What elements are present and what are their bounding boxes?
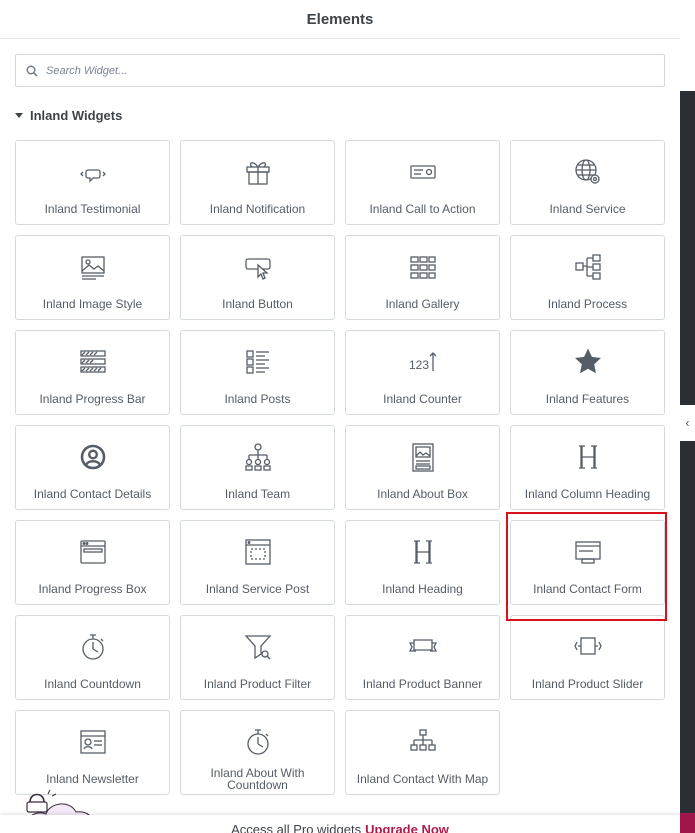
- category-header[interactable]: Inland Widgets: [15, 108, 122, 123]
- widget-label: Inland Posts: [224, 392, 291, 406]
- widget-tile[interactable]: Inland Product Slider: [510, 615, 665, 700]
- widget-tile[interactable]: Inland Progress Box: [15, 520, 170, 605]
- call-to-action-icon: [408, 155, 438, 189]
- caret-down-icon: [15, 113, 23, 118]
- widget-label: Inland Product Filter: [203, 677, 312, 691]
- widget-label: Inland Progress Box: [38, 582, 147, 596]
- widget-tile[interactable]: Inland Features: [510, 330, 665, 415]
- process-flow-icon: [573, 250, 603, 284]
- collapse-panel-button[interactable]: ‹: [680, 405, 695, 441]
- testimonial-icon: [78, 155, 108, 189]
- widget-label: Inland Service Post: [205, 582, 310, 596]
- widget-label: Inland Product Banner: [362, 677, 483, 691]
- widget-tile[interactable]: Inland Notification: [180, 140, 335, 225]
- progress-bars-icon: [78, 345, 108, 379]
- corner-accent: [680, 813, 695, 833]
- search-box[interactable]: [15, 54, 665, 87]
- widget-tile[interactable]: Inland Newsletter: [15, 710, 170, 795]
- widget-tile[interactable]: Inland Heading: [345, 520, 500, 605]
- user-circle-icon: [78, 440, 108, 474]
- heading-h-icon: [573, 440, 603, 474]
- heading-h-icon: [408, 535, 438, 569]
- search-input[interactable]: [46, 64, 626, 77]
- widget-label: Inland Features: [545, 392, 630, 406]
- widget-tile[interactable]: Inland Gallery: [345, 235, 500, 320]
- service-post-icon: [243, 535, 273, 569]
- widget-tile[interactable]: Inland About With Countdown: [180, 710, 335, 795]
- image-icon: [78, 250, 108, 284]
- widget-tile[interactable]: Inland Countdown: [15, 615, 170, 700]
- widget-tile[interactable]: Inland Team: [180, 425, 335, 510]
- svg-text:123: 123: [409, 358, 429, 372]
- elements-panel: Elements Inland Widgets Inland Testimoni…: [0, 0, 680, 833]
- widget-tile[interactable]: Inland Posts: [180, 330, 335, 415]
- newsletter-icon: [78, 725, 108, 759]
- widget-label: Inland Product Slider: [531, 677, 644, 691]
- contact-form-icon: [573, 535, 603, 569]
- widget-label: Inland Newsletter: [46, 772, 139, 786]
- widget-label: Inland Image Style: [42, 297, 143, 311]
- widget-tile[interactable]: 123 Inland Counter: [345, 330, 500, 415]
- widget-label: Inland Team: [224, 487, 291, 501]
- widget-tile[interactable]: Inland Call to Action: [345, 140, 500, 225]
- gallery-grid-icon: [408, 250, 438, 284]
- widget-label: Inland Service: [549, 202, 626, 216]
- preview-area-edge: [680, 91, 695, 813]
- star-icon: [573, 345, 603, 379]
- promo-bar: Access all Pro widgets Upgrade Now: [0, 815, 680, 833]
- widget-label: Inland Counter: [383, 392, 462, 406]
- team-tree-icon: [243, 440, 273, 474]
- widget-tile[interactable]: Inland Product Banner: [345, 615, 500, 700]
- category-title: Inland Widgets: [30, 108, 123, 123]
- widget-grid: Inland Testimonial Inland Notification Inl…: [15, 140, 665, 795]
- upgrade-now-link[interactable]: Upgrade Now: [365, 822, 449, 833]
- globe-gear-icon: [573, 155, 603, 189]
- widget-label: Inland Heading: [382, 582, 463, 596]
- widget-tile[interactable]: Inland Contact Details: [15, 425, 170, 510]
- widget-label: Inland Column Heading: [524, 487, 651, 501]
- widget-tile[interactable]: Inland Contact Form: [510, 520, 665, 605]
- panel-header: Elements: [0, 0, 680, 39]
- widget-tile[interactable]: Inland Service: [510, 140, 665, 225]
- widget-tile[interactable]: Inland Process: [510, 235, 665, 320]
- widget-label: Inland Button: [222, 297, 293, 311]
- widget-label: Inland Notification: [209, 202, 306, 216]
- filter-icon: [243, 630, 273, 664]
- widget-label: Inland Contact Details: [33, 487, 152, 501]
- widget-tile[interactable]: Inland Contact With Map: [345, 710, 500, 795]
- panel-title: Elements: [306, 10, 374, 28]
- widget-tile[interactable]: Inland Testimonial: [15, 140, 170, 225]
- widget-label: Inland About Box: [377, 487, 468, 501]
- widget-label: Inland Progress Bar: [39, 392, 146, 406]
- counter-icon: 123: [408, 345, 438, 379]
- widget-label: Inland Contact With Map: [356, 772, 489, 786]
- posts-list-icon: [243, 345, 273, 379]
- button-pointer-icon: [243, 250, 273, 284]
- widget-tile[interactable]: Inland Image Style: [15, 235, 170, 320]
- chevron-left-icon: ‹: [685, 416, 690, 430]
- widget-tile[interactable]: Inland About Box: [345, 425, 500, 510]
- promo-text: Access all Pro widgets: [231, 822, 362, 833]
- stopwatch-icon: [243, 725, 273, 759]
- search-icon: [26, 65, 38, 77]
- widget-label: Inland Gallery: [385, 297, 460, 311]
- sitemap-icon: [408, 725, 438, 759]
- stopwatch-icon: [78, 630, 108, 664]
- widget-tile[interactable]: Inland Button: [180, 235, 335, 320]
- widget-label: Inland About With Countdown: [210, 766, 305, 792]
- widget-tile[interactable]: Inland Progress Bar: [15, 330, 170, 415]
- about-box-icon: [408, 440, 438, 474]
- widget-label: Inland Call to Action: [369, 202, 476, 216]
- widget-label: Inland Process: [547, 297, 628, 311]
- gift-icon: [243, 155, 273, 189]
- widget-label: Inland Countdown: [44, 677, 141, 691]
- banner-ribbon-icon: [408, 630, 438, 664]
- widget-tile[interactable]: Inland Product Filter: [180, 615, 335, 700]
- window-box-icon: [78, 535, 108, 569]
- widget-label: Inland Testimonial: [44, 202, 141, 216]
- widget-tile[interactable]: Inland Column Heading: [510, 425, 665, 510]
- slider-icon: [573, 630, 603, 664]
- widget-label: Inland Contact Form: [533, 582, 642, 596]
- widget-tile[interactable]: Inland Service Post: [180, 520, 335, 605]
